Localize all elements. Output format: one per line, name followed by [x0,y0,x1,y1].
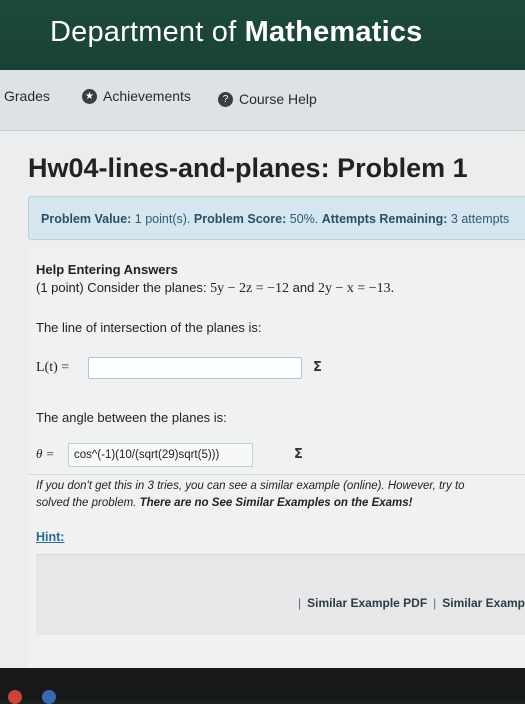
problem-info-text: Problem Value: 1 point(s). Problem Score… [41,212,509,226]
angle-prompt: The angle between the planes is: [36,410,227,425]
plane-one-equation: 5y − 2z = −12 [210,281,290,296]
divider [28,474,525,475]
link-separator: | [433,596,437,610]
note-bold-warning: There are no See Similar Examples on the… [139,497,413,509]
plane-two-equation: 2y − x = −13. [317,281,395,296]
angle-answer-row: θ = Σ [28,438,525,472]
nav-course-help[interactable]: ? Course Help [218,91,317,107]
similar-example-links: | Similar Example PDF | Similar Example [292,596,525,610]
monitor-bezel [0,668,525,700]
hint-box: | Similar Example PDF | Similar Example [36,554,525,635]
problem-info-box: Problem Value: 1 point(s). Problem Score… [28,196,525,240]
score-amount: 50%. [289,212,319,226]
sigma-icon[interactable]: Σ [294,447,303,462]
score-label: Problem Score: [193,212,287,226]
link-separator: | [298,596,302,610]
similar-example-online-link[interactable]: Similar Example [442,596,525,610]
nav-grades-label: Grades [4,88,50,104]
line-answer-label: L(t) = [36,360,70,375]
statement-prefix: (1 point) Consider the planes: [36,280,211,295]
similar-example-pdf-link[interactable]: Similar Example PDF [307,596,427,610]
title-plain: Department of [50,16,245,48]
help-entering-answers-link[interactable]: Help Entering Answers [36,262,178,277]
problem-content: Hw04-lines-and-planes: Problem 1 Problem… [0,131,525,668]
note-line-two: solved the problem. [36,497,140,509]
value-amount: 1 point(s). [134,212,191,226]
similar-example-note: If you don't get this in 3 tries, you ca… [36,478,525,512]
nav-course-help-label: Course Help [239,91,317,107]
note-line-one: If you don't get this in 3 tries, you ca… [36,480,465,492]
question-icon: ? [218,91,233,107]
statement-and: and [289,280,318,295]
problem-title: Hw04-lines-and-planes: Problem 1 [28,153,468,183]
angle-answer-input[interactable] [68,443,253,467]
nav-achievements[interactable]: ★ Achievements [82,88,191,104]
nav-grades[interactable]: Grades [4,88,50,104]
browser-screen: Department of Mathematics Grades ★ Achie… [0,0,525,668]
site-header: Department of Mathematics [0,0,525,70]
hint-link[interactable]: Hint: [36,530,64,544]
line-answer-input[interactable] [88,357,302,379]
nav-achievements-label: Achievements [103,88,191,104]
attempts-label: Attempts Remaining: [321,212,448,226]
dock-icon-red [8,690,22,704]
problem-body: Help Entering Answers (1 point) Consider… [28,248,525,668]
sigma-icon[interactable]: Σ [313,360,322,375]
star-icon: ★ [82,88,97,104]
title-bold: Mathematics [244,16,423,48]
department-title: Department of Mathematics [50,16,423,49]
value-label: Problem Value: [41,212,132,226]
theta-label: θ = [36,446,55,461]
problem-statement: (1 point) Consider the planes: 5y − 2z =… [36,280,394,297]
dock-icon-blue [42,690,56,704]
attempts-amount: 3 attempts [450,212,510,226]
line-intersection-prompt: The line of intersection of the planes i… [36,320,262,335]
nav-bar: Grades ★ Achievements ? Course Help [0,70,525,131]
